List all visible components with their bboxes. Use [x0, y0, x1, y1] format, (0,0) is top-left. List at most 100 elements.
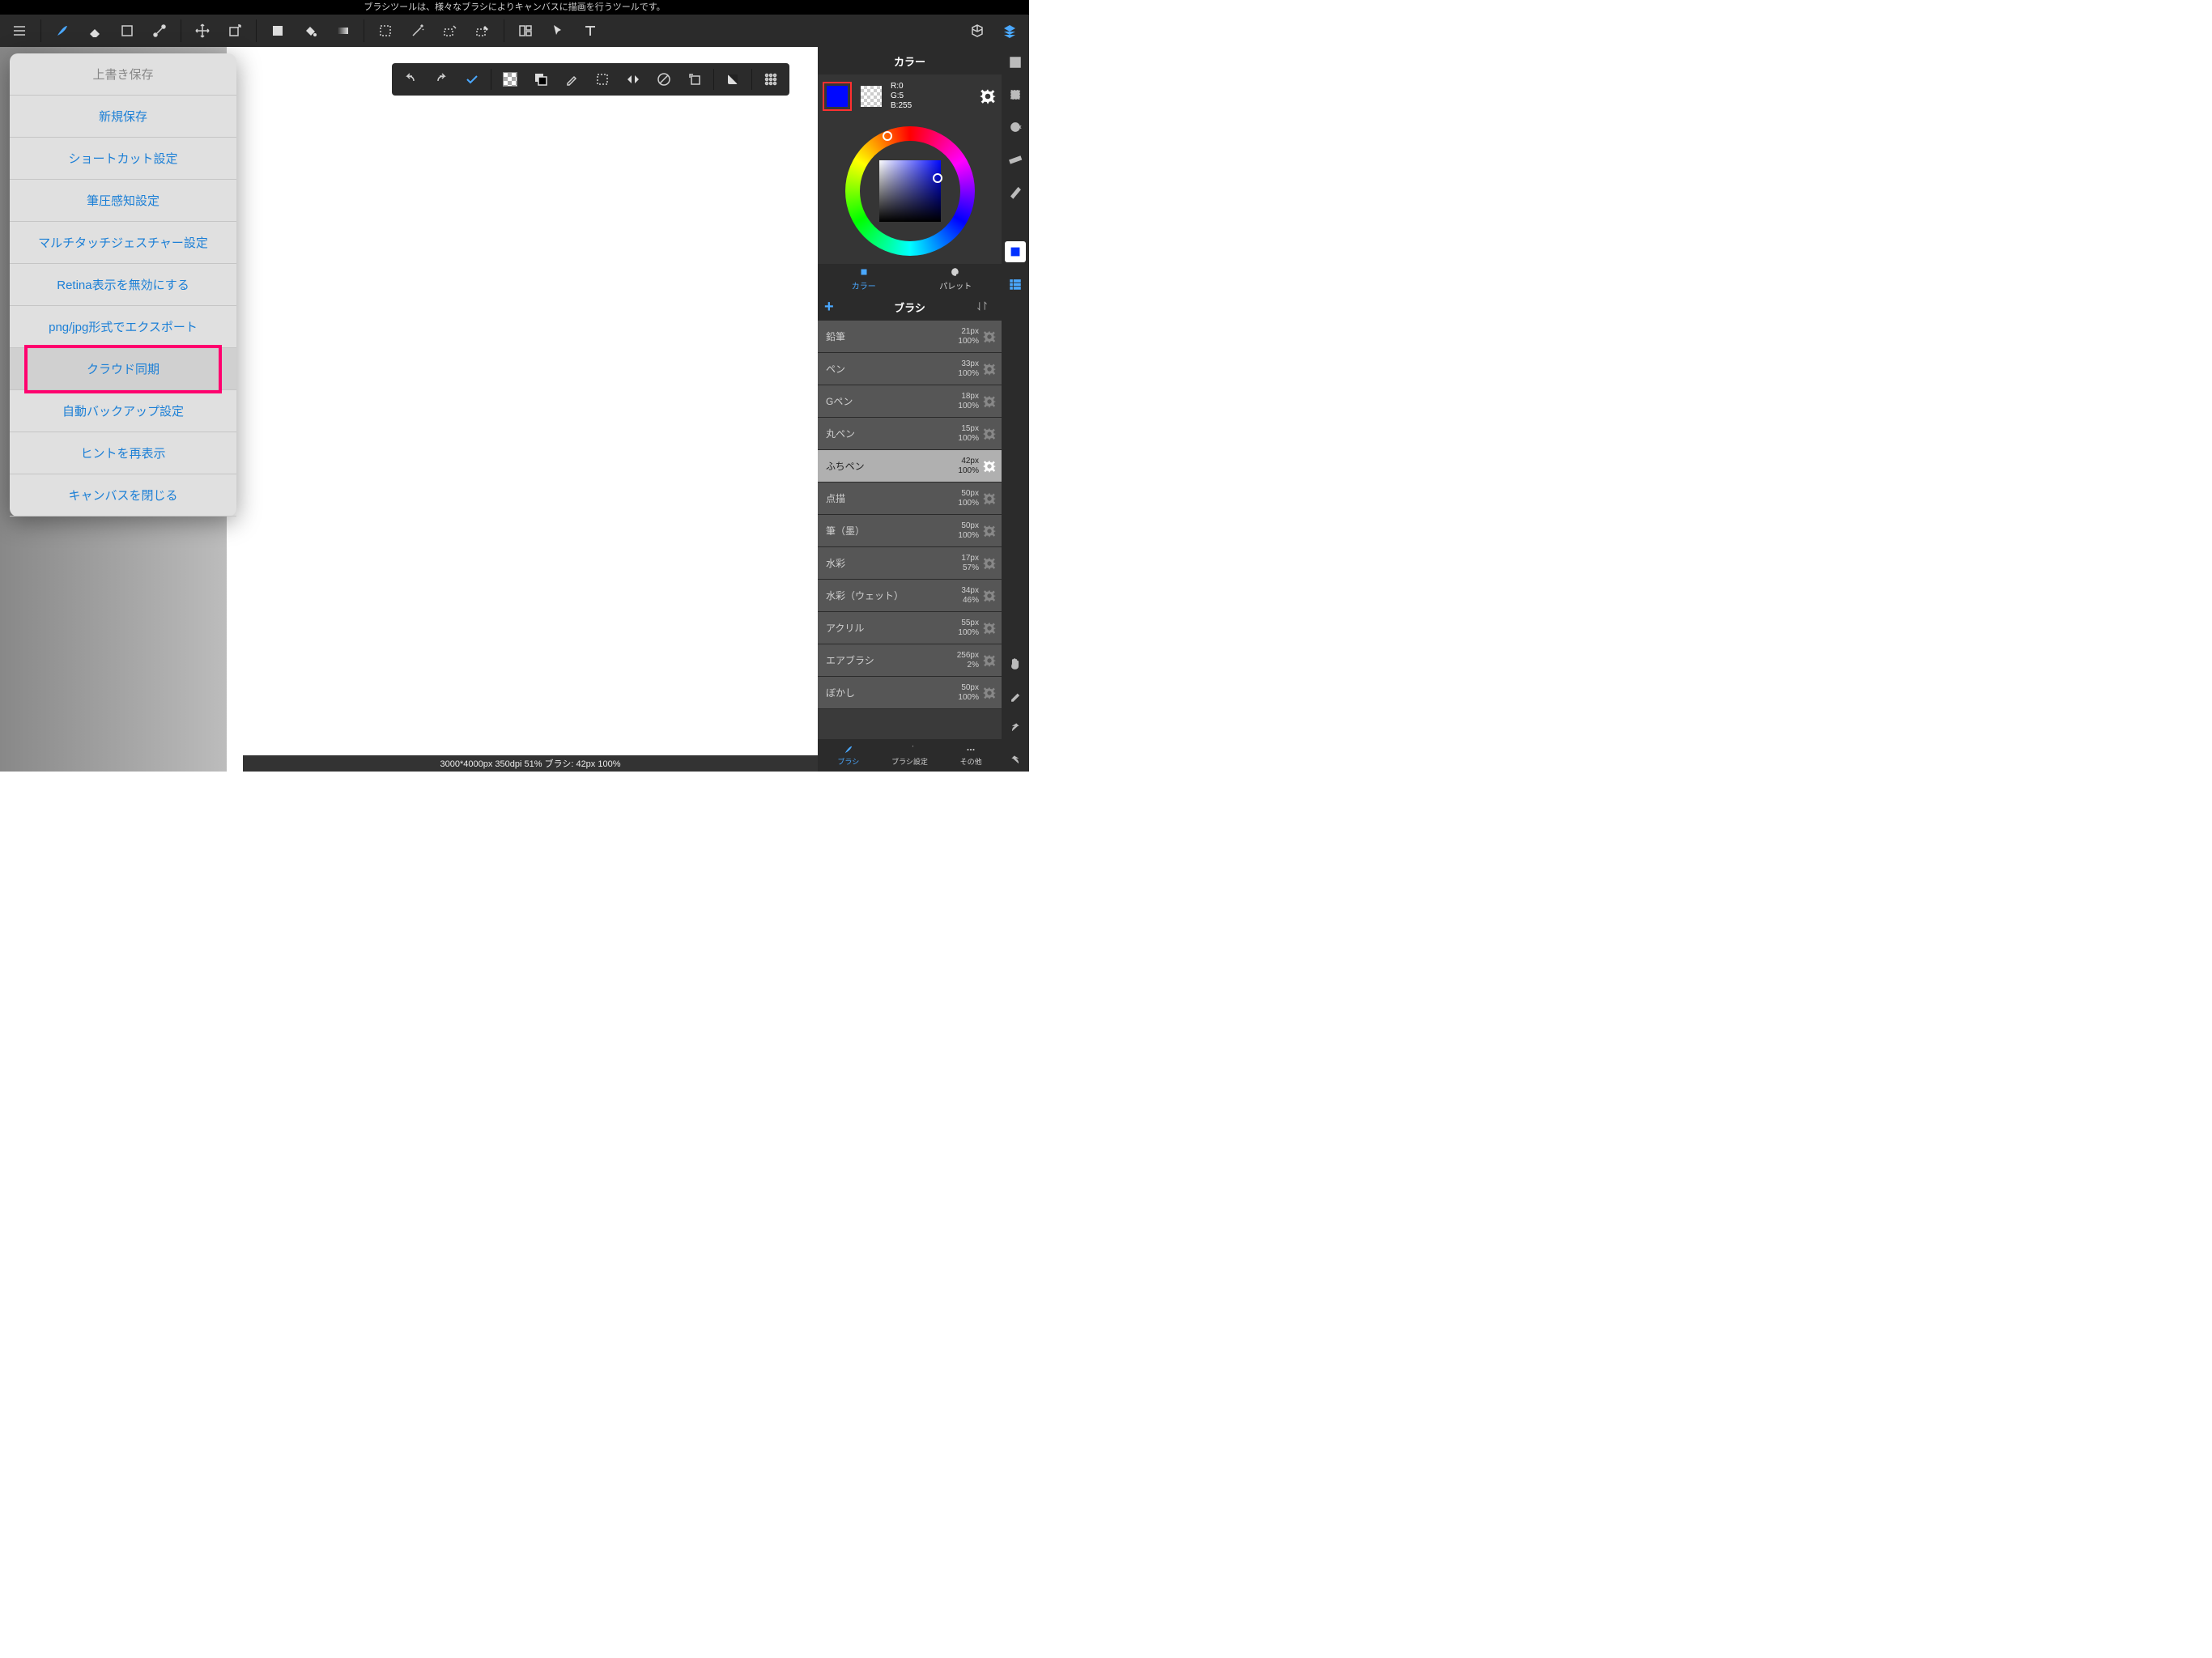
rail-panel-icon[interactable] [1005, 52, 1026, 73]
grid-icon[interactable] [757, 66, 785, 93]
brush-item[interactable]: 水彩17px57% [818, 547, 1002, 580]
brush-gear-icon[interactable] [982, 621, 997, 636]
menu-item-6[interactable]: png/jpg形式でエクスポート [10, 306, 236, 348]
rotate-icon[interactable] [681, 66, 708, 93]
layers-icon[interactable] [995, 16, 1024, 45]
menu-item-1[interactable]: 新規保存 [10, 96, 236, 138]
status-bar: 3000*4000px 350dpi 51% ブラシ: 42px 100% [243, 755, 818, 772]
brush-gear-icon[interactable] [982, 524, 997, 538]
snap-icon[interactable] [458, 66, 486, 93]
contrast-icon[interactable] [719, 66, 747, 93]
undo-button[interactable] [397, 66, 424, 93]
transform-tool[interactable] [220, 16, 249, 45]
shape-tool[interactable] [113, 16, 142, 45]
brush-meta: 21px100% [958, 327, 979, 346]
select-brush-tool[interactable] [436, 16, 465, 45]
foreground-swatch[interactable] [823, 82, 852, 111]
flip-h-icon[interactable] [619, 66, 647, 93]
eyedropper-icon[interactable] [558, 66, 585, 93]
move-tool[interactable] [188, 16, 217, 45]
brush-gear-icon[interactable] [982, 653, 997, 668]
rail-ruler-icon[interactable] [1005, 149, 1026, 170]
frame-tool[interactable] [511, 16, 540, 45]
brush-item[interactable]: 丸ペン15px100% [818, 418, 1002, 450]
brush-name: アクリル [826, 621, 958, 635]
menu-item-5[interactable]: Retina表示を無効にする [10, 264, 236, 306]
rail-hand-icon[interactable] [1005, 653, 1026, 674]
background-swatch[interactable] [857, 82, 886, 111]
tab-brush-settings[interactable]: ブラシ設定 [879, 739, 941, 772]
brush-item[interactable]: Gペン18px100% [818, 385, 1002, 418]
crop-icon[interactable] [589, 66, 616, 93]
rail-list-icon[interactable] [1005, 274, 1026, 295]
rail-pen-icon[interactable] [1005, 181, 1026, 202]
tab-brush[interactable]: ブラシ [818, 739, 879, 772]
brush-meta: 33px100% [958, 359, 979, 379]
select-rect-tool[interactable] [371, 16, 400, 45]
menu-item-7[interactable]: クラウド同期 [10, 348, 236, 390]
brush-item[interactable]: 筆（墨）50px100% [818, 515, 1002, 547]
brush-gear-icon[interactable] [982, 589, 997, 603]
brush-item[interactable]: ふちペン42px100% [818, 450, 1002, 483]
menu-button[interactable] [5, 16, 34, 45]
redo-button[interactable] [428, 66, 455, 93]
brush-gear-icon[interactable] [982, 491, 997, 506]
brush-item[interactable]: 鉛筆21px100% [818, 321, 1002, 353]
tab-color[interactable]: カラー [818, 264, 910, 293]
bucket-tool[interactable] [296, 16, 325, 45]
canvas[interactable] [227, 47, 818, 772]
gradient-tool[interactable] [328, 16, 357, 45]
3d-icon[interactable] [963, 16, 992, 45]
pointer-tool[interactable] [543, 16, 572, 45]
brush-item[interactable]: ペン33px100% [818, 353, 1002, 385]
text-tool[interactable] [576, 16, 605, 45]
color-settings-gear-icon[interactable] [979, 87, 997, 105]
brush-gear-icon[interactable] [982, 394, 997, 409]
brush-gear-icon[interactable] [982, 686, 997, 700]
brush-bottom-tabs: ブラシ ブラシ設定 その他 [818, 739, 1002, 772]
rail-eyedropper-icon[interactable] [1005, 686, 1026, 707]
menu-item-10[interactable]: キャンバスを閉じる [10, 474, 236, 517]
rail-redo-icon[interactable] [1005, 718, 1026, 739]
select-erase-tool[interactable] [468, 16, 497, 45]
gradient-point-tool[interactable] [145, 16, 174, 45]
rail-undo-icon[interactable] [1005, 750, 1026, 772]
rail-color-icon[interactable] [1005, 241, 1026, 262]
add-brush-icon[interactable]: + [824, 298, 844, 317]
tab-other[interactable]: その他 [940, 739, 1002, 772]
menu-item-3[interactable]: 筆圧感知設定 [10, 180, 236, 222]
deselect-icon[interactable] [650, 66, 678, 93]
brush-meta: 50px100% [958, 521, 979, 541]
brush-gear-icon[interactable] [982, 427, 997, 441]
brush-gear-icon[interactable] [982, 556, 997, 571]
brush-name: エアブラシ [826, 653, 957, 667]
brush-meta: 55px100% [958, 619, 979, 638]
menu-item-0[interactable]: 上書き保存 [10, 53, 236, 96]
menu-item-8[interactable]: 自動バックアップ設定 [10, 390, 236, 432]
menu-item-2[interactable]: ショートカット設定 [10, 138, 236, 180]
tab-palette[interactable]: パレット [910, 264, 1002, 293]
brush-gear-icon[interactable] [982, 362, 997, 376]
menu-item-4[interactable]: マルチタッチジェスチャー設定 [10, 222, 236, 264]
rail-rotate-icon[interactable] [1005, 117, 1026, 138]
brush-gear-icon[interactable] [982, 329, 997, 344]
brush-list: 鉛筆21px100%ペン33px100%Gペン18px100%丸ペン15px10… [818, 321, 1002, 739]
brush-item[interactable]: アクリル55px100% [818, 612, 1002, 644]
brush-gear-icon[interactable] [982, 459, 997, 474]
magic-wand-tool[interactable] [403, 16, 432, 45]
color-wheel[interactable] [818, 118, 1002, 264]
brush-item[interactable]: 水彩（ウェット）34px46% [818, 580, 1002, 612]
sort-brushes-icon[interactable] [976, 300, 995, 315]
rail-select-icon[interactable] [1005, 84, 1026, 105]
right-sidebar: カラー R:0 G:5 B:255 カラー パレット + ブラシ 鉛筆21px1… [818, 47, 1002, 772]
fill-tool[interactable] [263, 16, 292, 45]
brush-item[interactable]: エアブラシ256px2% [818, 644, 1002, 677]
brush-meta: 15px100% [958, 424, 979, 444]
eraser-tool[interactable] [80, 16, 109, 45]
brush-tool[interactable] [48, 16, 77, 45]
brush-item[interactable]: 点描50px100% [818, 483, 1002, 515]
brush-item[interactable]: ぼかし50px100% [818, 677, 1002, 709]
layers-copy-icon[interactable] [527, 66, 555, 93]
checker-icon[interactable] [496, 66, 524, 93]
menu-item-9[interactable]: ヒントを再表示 [10, 432, 236, 474]
